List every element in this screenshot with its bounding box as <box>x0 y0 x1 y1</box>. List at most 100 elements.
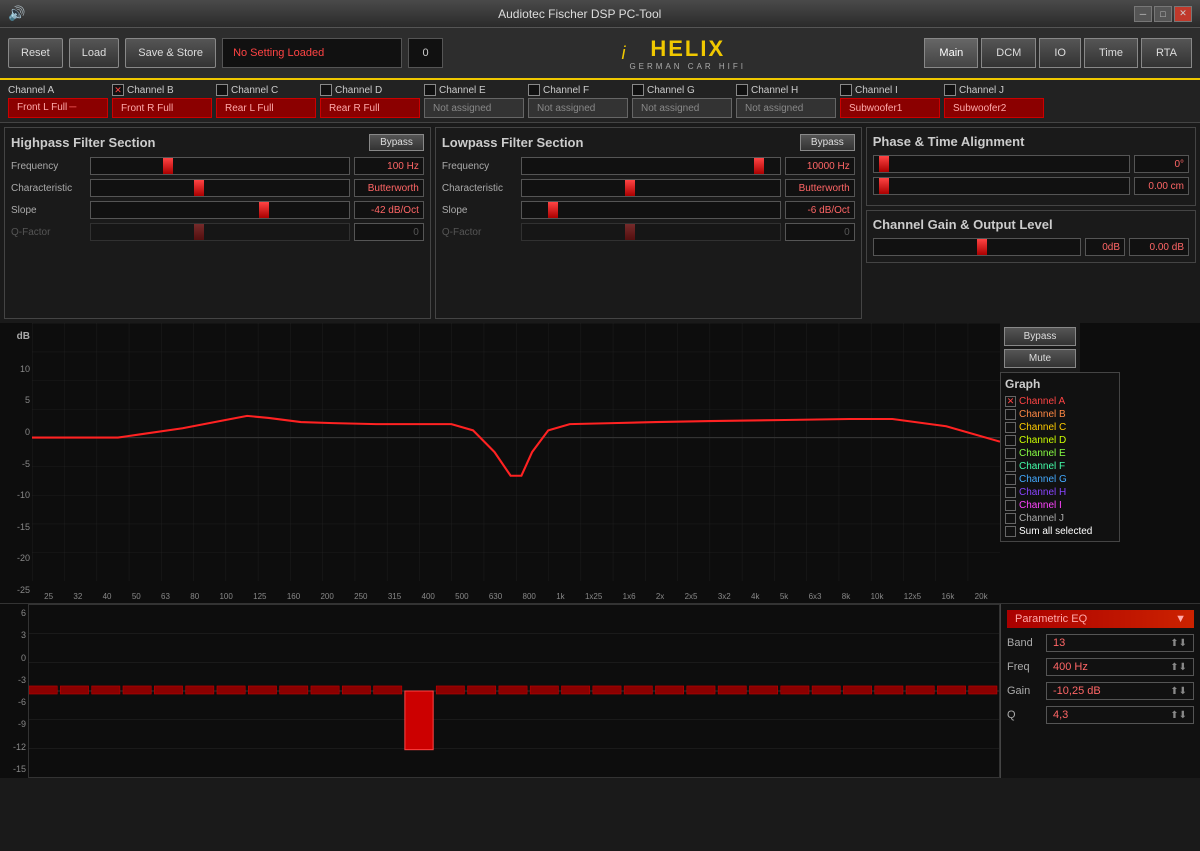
highpass-bypass-btn[interactable]: Bypass <box>369 134 424 151</box>
legend-cb-e[interactable] <box>1005 448 1016 459</box>
channel-item-e: Channel E Not assigned <box>424 84 524 118</box>
channel-d-btn[interactable]: Rear R Full <box>320 98 420 118</box>
eq-panel-title[interactable]: Parametric EQ ▼ <box>1007 610 1194 628</box>
channel-e-checkbox[interactable] <box>424 84 436 96</box>
channel-c-btn[interactable]: Rear L Full <box>216 98 316 118</box>
status-display: No Setting Loaded <box>222 38 402 68</box>
eq-bars-svg <box>29 605 999 777</box>
eq-gain-value[interactable]: -10,25 dB ⬆⬇ <box>1046 682 1194 700</box>
legend-cb-b[interactable] <box>1005 409 1016 420</box>
gain-title: Channel Gain & Output Level <box>873 217 1189 232</box>
lowpass-q-label: Q-Factor <box>442 227 517 238</box>
highpass-slope-row: Slope -42 dB/Oct <box>11 201 424 219</box>
legend-cb-j[interactable] <box>1005 513 1016 524</box>
highpass-char-thumb[interactable] <box>194 180 204 196</box>
channel-j-checkbox[interactable] <box>944 84 956 96</box>
highpass-char-slider[interactable] <box>90 179 350 197</box>
legend-item-e: Channel E <box>1005 448 1115 459</box>
eq-q-value[interactable]: 4,3 ⬆⬇ <box>1046 706 1194 724</box>
lowpass-slope-thumb[interactable] <box>548 202 558 218</box>
channel-row: Channel A Front L Full ─ ✕ Channel B Fro… <box>0 80 1200 123</box>
phase-slider[interactable] <box>873 155 1130 173</box>
legend-cb-c[interactable] <box>1005 422 1016 433</box>
helix-logo: i HELIX GERMAN CAR HIFI <box>449 36 918 71</box>
channel-item-j: Channel J Subwoofer2 <box>944 84 1044 118</box>
gain-slider[interactable] <box>873 238 1081 256</box>
channel-f-btn[interactable]: Not assigned <box>528 98 628 118</box>
channel-d-checkbox[interactable] <box>320 84 332 96</box>
graph-y-labels: dB 10 5 0 -5 -10 -15 -20 -25 <box>0 323 32 603</box>
legend-cb-d[interactable] <box>1005 435 1016 446</box>
legend-cb-a[interactable]: ✕ <box>1005 396 1016 407</box>
window-controls[interactable]: ─ □ ✕ <box>1134 6 1192 22</box>
highpass-title: Highpass Filter Section <box>11 135 155 150</box>
window-icon: 🔊 <box>8 5 25 22</box>
title-bar: 🔊 Audiotec Fischer DSP PC-Tool ─ □ ✕ <box>0 0 1200 28</box>
nav-main[interactable]: Main <box>924 38 978 68</box>
channel-i-checkbox[interactable] <box>840 84 852 96</box>
highpass-slope-thumb[interactable] <box>259 202 269 218</box>
graph-legend-title: Graph <box>1005 377 1115 391</box>
phase-section: Phase & Time Alignment 0° 0.00 cm <box>866 127 1196 206</box>
phase-thumb[interactable] <box>879 156 889 172</box>
channel-b-btn[interactable]: Front R Full <box>112 98 212 118</box>
highpass-slope-slider[interactable] <box>90 201 350 219</box>
distance-slider[interactable] <box>873 177 1130 195</box>
channel-d-label: Channel D <box>335 85 382 96</box>
lowpass-freq-slider[interactable] <box>521 157 781 175</box>
legend-item-f: Channel F <box>1005 461 1115 472</box>
reset-button[interactable]: Reset <box>8 38 63 68</box>
graph-bypass-btn[interactable]: Bypass <box>1004 327 1076 346</box>
legend-cb-i[interactable] <box>1005 500 1016 511</box>
channel-g-checkbox[interactable] <box>632 84 644 96</box>
channel-h-btn[interactable]: Not assigned <box>736 98 836 118</box>
channel-i-btn[interactable]: Subwoofer1 <box>840 98 940 118</box>
distance-thumb[interactable] <box>879 178 889 194</box>
legend-cb-g[interactable] <box>1005 474 1016 485</box>
channel-e-btn[interactable]: Not assigned <box>424 98 524 118</box>
lowpass-bypass-btn[interactable]: Bypass <box>800 134 855 151</box>
legend-label-d: Channel D <box>1019 435 1066 446</box>
graph-mute-btn[interactable]: Mute <box>1004 349 1076 368</box>
channel-a-label: Channel A <box>8 85 54 96</box>
channel-a-btn[interactable]: Front L Full ─ <box>8 98 108 118</box>
legend-label-sum: Sum all selected <box>1019 526 1092 537</box>
eq-freq-value[interactable]: 400 Hz ⬆⬇ <box>1046 658 1194 676</box>
legend-cb-f[interactable] <box>1005 461 1016 472</box>
highpass-q-value: 0 <box>354 223 424 241</box>
channel-item-f: Channel F Not assigned <box>528 84 628 118</box>
close-button[interactable]: ✕ <box>1174 6 1192 22</box>
channel-c-checkbox[interactable] <box>216 84 228 96</box>
lowpass-freq-thumb[interactable] <box>754 158 764 174</box>
channel-b-checkbox[interactable]: ✕ <box>112 84 124 96</box>
graph-area: dB 10 5 0 -5 -10 -15 -20 -25 2532405063 <box>0 323 1200 603</box>
lowpass-slope-slider[interactable] <box>521 201 781 219</box>
phase-value: 0° <box>1134 155 1189 173</box>
highpass-freq-thumb[interactable] <box>163 158 173 174</box>
eq-band-value[interactable]: 13 ⬆⬇ <box>1046 634 1194 652</box>
lowpass-char-thumb[interactable] <box>625 180 635 196</box>
save-button[interactable]: Save & Store <box>125 38 216 68</box>
minimize-button[interactable]: ─ <box>1134 6 1152 22</box>
channel-f-checkbox[interactable] <box>528 84 540 96</box>
nav-io[interactable]: IO <box>1039 38 1081 68</box>
highpass-char-row: Characteristic Butterworth <box>11 179 424 197</box>
legend-cb-h[interactable] <box>1005 487 1016 498</box>
lowpass-slope-row: Slope -6 dB/Oct <box>442 201 855 219</box>
highpass-freq-slider[interactable] <box>90 157 350 175</box>
channel-g-btn[interactable]: Not assigned <box>632 98 732 118</box>
legend-cb-sum[interactable] <box>1005 526 1016 537</box>
gain-thumb[interactable] <box>977 239 987 255</box>
legend-item-j: Channel J <box>1005 513 1115 524</box>
maximize-button[interactable]: □ <box>1154 6 1172 22</box>
load-button[interactable]: Load <box>69 38 119 68</box>
channel-h-checkbox[interactable] <box>736 84 748 96</box>
nav-rta[interactable]: RTA <box>1141 38 1192 68</box>
highpass-char-value: Butterworth <box>354 179 424 197</box>
nav-dcm[interactable]: DCM <box>981 38 1036 68</box>
nav-time[interactable]: Time <box>1084 38 1138 68</box>
highpass-q-label: Q-Factor <box>11 227 86 238</box>
lowpass-char-slider[interactable] <box>521 179 781 197</box>
channel-item-g: Channel G Not assigned <box>632 84 732 118</box>
channel-j-btn[interactable]: Subwoofer2 <box>944 98 1044 118</box>
